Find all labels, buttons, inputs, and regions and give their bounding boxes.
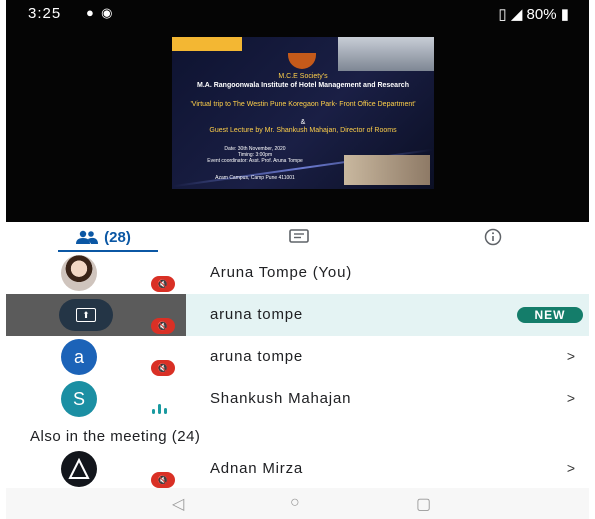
mic-off-icon: 🔇 bbox=[151, 360, 175, 376]
chevron-right-icon[interactable]: > bbox=[567, 348, 575, 364]
participant-name: aruna tompe bbox=[210, 348, 304, 365]
new-badge: NEW bbox=[517, 307, 583, 323]
chat-icon bbox=[288, 229, 309, 243]
status-bar: 3:25 ● ◉ ▯ ◢ 80% ▮ bbox=[6, 0, 589, 28]
building-photo bbox=[338, 37, 434, 71]
recents-icon[interactable]: ▢ bbox=[416, 494, 431, 514]
participant-row-presenting[interactable]: ⬆ 🔇 aruna tompe NEW bbox=[6, 294, 589, 336]
poster-amp: & bbox=[300, 119, 306, 126]
tab-people[interactable]: (28) bbox=[6, 222, 201, 253]
notification-icons: ● ◉ bbox=[86, 5, 112, 21]
battery-percent: 80% bbox=[526, 6, 557, 23]
poster-footer: Azam Campus, Camp Pune 411001 bbox=[215, 175, 295, 181]
system-nav-bar: ◁ ○ ▢ bbox=[6, 488, 589, 519]
laptop-photo bbox=[344, 155, 430, 185]
chat-notification-icon: ◉ bbox=[101, 5, 113, 20]
avatar-cell: 🔇 bbox=[6, 448, 186, 490]
poster-institute: M.A. Rangoonwala Institute of Hotel Mana… bbox=[197, 82, 409, 89]
avatar-cell: 🔇 bbox=[6, 252, 186, 294]
mic-off-icon: 🔇 bbox=[151, 318, 175, 334]
mic-off-icon: 🔇 bbox=[151, 472, 175, 488]
participant-name: aruna tompe bbox=[210, 306, 304, 323]
avatar-cell: ⬆ 🔇 bbox=[6, 294, 186, 336]
participant-name: Aruna Tompe (You) bbox=[210, 264, 353, 281]
institute-logo bbox=[288, 53, 316, 69]
presentation-view[interactable]: M.C.E Society's M.A. Rangoonwala Institu… bbox=[6, 28, 589, 222]
participant-row[interactable]: a 🔇 aruna tompe > bbox=[6, 336, 589, 378]
avatar bbox=[61, 255, 97, 291]
screen-share-avatar: ⬆ bbox=[59, 299, 113, 331]
participant-name: Adnan Mirza bbox=[210, 460, 304, 477]
people-count: (28) bbox=[104, 228, 131, 246]
speaking-indicator-icon bbox=[152, 404, 167, 414]
app-notification-icon: ● bbox=[86, 5, 94, 20]
participant-row-self[interactable]: 🔇 Aruna Tompe (You) bbox=[6, 252, 589, 294]
event-poster: M.C.E Society's M.A. Rangoonwala Institu… bbox=[172, 37, 434, 189]
poster-event: 'Virtual trip to The Westin Pune Koregao… bbox=[190, 101, 416, 108]
vibrate-icon: ▯ bbox=[498, 6, 507, 23]
battery-icon: ▮ bbox=[560, 6, 569, 23]
status-right: ▯ ◢ 80% ▮ bbox=[498, 5, 569, 23]
app-frame: 3:25 ● ◉ ▯ ◢ 80% ▮ M.C.E Society's M.A. … bbox=[6, 0, 589, 519]
people-icon bbox=[76, 230, 99, 244]
home-icon[interactable]: ○ bbox=[290, 494, 300, 512]
chevron-right-icon[interactable]: > bbox=[567, 460, 575, 476]
avatar-logo-icon bbox=[68, 458, 90, 479]
back-icon[interactable]: ◁ bbox=[172, 494, 184, 514]
chevron-right-icon[interactable]: > bbox=[567, 390, 575, 406]
present-screen-icon: ⬆ bbox=[76, 308, 96, 322]
poster-society: M.C.E Society's bbox=[278, 73, 328, 80]
avatar: S bbox=[61, 381, 97, 417]
speaking-bar bbox=[152, 409, 155, 414]
speaking-bar bbox=[158, 404, 161, 414]
avatar: a bbox=[61, 339, 97, 375]
participant-row[interactable]: 🔇 Adnan Mirza > bbox=[6, 448, 589, 490]
participant-row[interactable]: S Shankush Mahajan > bbox=[6, 378, 589, 420]
poster-coordinator: Event coordinator: Asst. Prof. Aruna Tom… bbox=[207, 158, 303, 164]
status-time: 3:25 bbox=[28, 5, 62, 22]
participant-name: Shankush Mahajan bbox=[210, 390, 352, 407]
avatar-cell: a 🔇 bbox=[6, 336, 186, 378]
avatar bbox=[61, 451, 97, 487]
tab-info[interactable] bbox=[396, 222, 589, 252]
avatar-cell: S bbox=[6, 378, 186, 420]
tab-bar: (28) bbox=[6, 222, 589, 253]
mic-off-icon: 🔇 bbox=[151, 276, 175, 292]
info-icon bbox=[484, 228, 501, 246]
speaking-bar bbox=[164, 408, 167, 414]
poster-accent bbox=[172, 37, 242, 51]
poster-lecture: Guest Lecture by Mr. Shankush Mahajan, D… bbox=[209, 127, 397, 134]
section-title: Also in the meeting (24) bbox=[30, 428, 201, 445]
signal-icon: ◢ bbox=[510, 6, 523, 23]
tab-chat[interactable] bbox=[201, 222, 396, 252]
